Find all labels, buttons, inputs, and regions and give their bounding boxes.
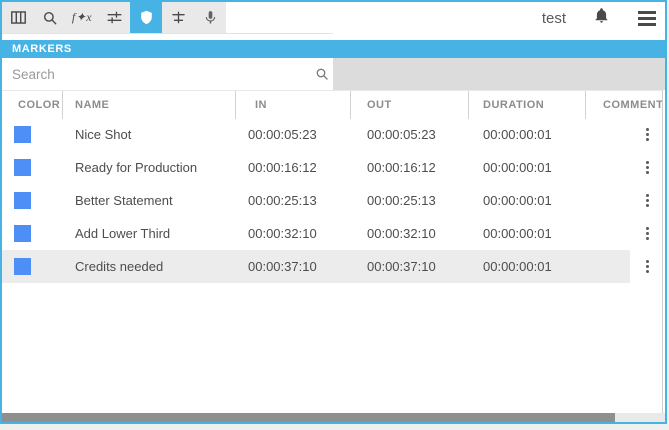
markers-shield-icon (138, 9, 155, 26)
marker-name: Ready for Production (75, 151, 197, 184)
markers-tab-button[interactable] (130, 2, 162, 33)
marker-name: Nice Shot (75, 118, 131, 151)
marker-out-timecode: 00:00:05:23 (367, 118, 436, 151)
marker-in-timecode: 00:00:25:13 (248, 184, 317, 217)
levels-sliders-button[interactable] (162, 2, 194, 33)
marker-in-timecode: 00:00:05:23 (248, 118, 317, 151)
notifications-button[interactable] (593, 7, 610, 29)
column-header-comment[interactable]: COMMENT (603, 91, 663, 119)
kebab-menu-icon (646, 166, 649, 169)
marker-color-swatch[interactable] (14, 258, 31, 275)
row-menu-button[interactable] (640, 151, 654, 184)
markers-panel-window: f✦x (0, 0, 667, 424)
column-header-duration[interactable]: DURATION (483, 91, 544, 119)
kebab-menu-icon (646, 199, 649, 202)
marker-duration: 00:00:00:01 (483, 118, 552, 151)
topbar-right-cluster: test (542, 2, 656, 34)
row-menu-button[interactable] (640, 250, 654, 283)
table-row[interactable]: Add Lower Third 00:00:32:10 00:00:32:10 … (2, 217, 665, 250)
column-divider (585, 91, 586, 119)
marker-color-swatch[interactable] (14, 126, 31, 143)
column-header-color[interactable]: COLOR (18, 91, 60, 119)
filmstrip-icon (9, 8, 28, 27)
search-icon (41, 9, 59, 27)
row-menu-button[interactable] (640, 118, 654, 151)
media-filmstrip-button[interactable] (2, 2, 34, 33)
search-input[interactable] (2, 58, 333, 90)
kebab-menu-icon (646, 265, 649, 268)
bell-icon (593, 11, 610, 28)
effects-icon: f✦x (72, 10, 92, 25)
row-menu-button[interactable] (640, 217, 654, 250)
column-header-name[interactable]: NAME (75, 91, 109, 119)
marker-in-timecode: 00:00:16:12 (248, 151, 317, 184)
column-divider (468, 91, 469, 119)
microphone-button[interactable] (194, 2, 226, 33)
marker-out-timecode: 00:00:25:13 (367, 184, 436, 217)
marker-out-timecode: 00:00:32:10 (367, 217, 436, 250)
menu-icon (638, 11, 656, 26)
marker-duration: 00:00:00:01 (483, 151, 552, 184)
top-bar: f✦x (2, 2, 665, 40)
table-row[interactable]: Nice Shot 00:00:05:23 00:00:05:23 00:00:… (2, 118, 665, 151)
horizontal-scrollbar[interactable] (2, 413, 665, 422)
marker-duration: 00:00:00:01 (483, 184, 552, 217)
user-menu-label[interactable]: test (542, 10, 566, 27)
search-tool-button[interactable] (34, 2, 66, 33)
levels-sliders-icon (169, 8, 188, 27)
kebab-menu-icon (646, 133, 649, 136)
marker-color-swatch[interactable] (14, 159, 31, 176)
adjust-sliders-button[interactable] (98, 2, 130, 33)
marker-name: Better Statement (75, 184, 173, 217)
marker-name: Add Lower Third (75, 217, 170, 250)
horizontal-scrollbar-thumb[interactable] (2, 413, 615, 422)
search-row (2, 58, 665, 90)
table-row-selected[interactable]: Credits needed 00:00:37:10 00:00:37:10 0… (2, 250, 665, 283)
table-row[interactable]: Better Statement 00:00:25:13 00:00:25:13… (2, 184, 665, 217)
vertical-scrollbar-track[interactable] (662, 90, 665, 413)
table-row[interactable]: Ready for Production 00:00:16:12 00:00:1… (2, 151, 665, 184)
search-field (2, 58, 333, 90)
effects-button[interactable]: f✦x (66, 2, 98, 33)
marker-name: Credits needed (75, 250, 163, 283)
markers-table-body: Nice Shot 00:00:05:23 00:00:05:23 00:00:… (2, 118, 665, 283)
marker-duration: 00:00:00:01 (483, 217, 552, 250)
search-icon[interactable] (314, 66, 330, 87)
panel-toolbar: f✦x (2, 2, 226, 33)
marker-color-swatch[interactable] (14, 225, 31, 242)
table-header: COLOR NAME IN OUT DURATION COMMENT (2, 90, 665, 118)
marker-in-timecode: 00:00:37:10 (248, 250, 317, 283)
column-header-in[interactable]: IN (255, 91, 267, 119)
marker-out-timecode: 00:00:37:10 (367, 250, 436, 283)
column-divider (62, 91, 63, 119)
panel-title: MARKERS (2, 40, 665, 58)
row-menu-button[interactable] (640, 184, 654, 217)
adjust-sliders-icon (105, 8, 124, 27)
hamburger-menu-button[interactable] (638, 11, 656, 26)
marker-out-timecode: 00:00:16:12 (367, 151, 436, 184)
marker-in-timecode: 00:00:32:10 (248, 217, 317, 250)
microphone-icon (202, 9, 219, 26)
column-header-out[interactable]: OUT (367, 91, 392, 119)
marker-duration: 00:00:00:01 (483, 250, 552, 283)
column-divider (350, 91, 351, 119)
column-divider (235, 91, 236, 119)
kebab-menu-icon (646, 232, 649, 235)
marker-color-swatch[interactable] (14, 192, 31, 209)
